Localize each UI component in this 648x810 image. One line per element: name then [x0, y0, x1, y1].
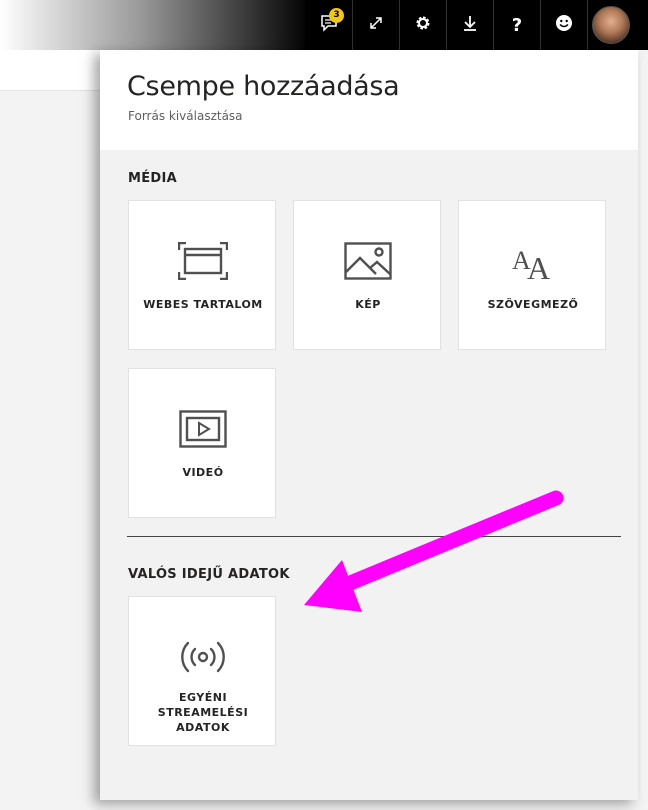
tile-label: SZÖVEGMEZŐ [487, 298, 579, 311]
account-button[interactable] [587, 0, 634, 50]
tile-custom-streaming-data[interactable]: EGYÉNI STREAMELÉSI ADATOK [128, 596, 276, 746]
tile-image[interactable]: KÉP [293, 200, 441, 350]
text-box-icon: A A [459, 239, 607, 283]
tile-label: VIDEÓ [182, 466, 224, 479]
tile-label: WEBES TARTALOM [143, 298, 263, 311]
tile-label: EGYÉNI STREAMELÉSI ADATOK [157, 691, 249, 734]
notifications-button[interactable]: 3 [305, 0, 352, 50]
tile-web-content[interactable]: WEBES TARTALOM [128, 200, 276, 350]
section-divider [127, 536, 621, 537]
image-icon [294, 239, 442, 283]
help-button[interactable]: ? [493, 0, 540, 50]
help-icon: ? [511, 14, 523, 36]
svg-text:A: A [527, 250, 550, 281]
background-header [0, 0, 310, 50]
panel-subtitle: Forrás kiválasztása [128, 109, 243, 123]
web-content-icon [129, 239, 277, 283]
fullscreen-button[interactable] [352, 0, 399, 50]
avatar [592, 6, 630, 44]
top-bar: 3 ? [305, 0, 648, 50]
settings-button[interactable] [399, 0, 446, 50]
feedback-button[interactable] [540, 0, 587, 50]
notification-badge: 3 [329, 8, 344, 23]
download-icon [462, 14, 478, 36]
tile-video[interactable]: VIDEÓ [128, 368, 276, 518]
video-icon [129, 407, 277, 451]
panel-header: Csempe hozzáadása Forrás kiválasztása [100, 50, 638, 150]
background-strip [0, 50, 100, 91]
section-title-media: MÉDIA [128, 171, 178, 186]
download-button[interactable] [446, 0, 493, 50]
tile-label: KÉP [355, 298, 381, 311]
section-title-realtime: VALÓS IDEJŰ ADATOK [128, 567, 290, 582]
add-tile-panel: Csempe hozzáadása Forrás kiválasztása MÉ… [100, 50, 638, 800]
panel-title: Csempe hozzáadása [127, 71, 400, 102]
tile-text-box[interactable]: A A SZÖVEGMEZŐ [458, 200, 606, 350]
streaming-icon [129, 635, 277, 679]
smiley-icon [555, 14, 573, 36]
gear-icon [414, 14, 432, 36]
expand-icon [368, 15, 384, 35]
